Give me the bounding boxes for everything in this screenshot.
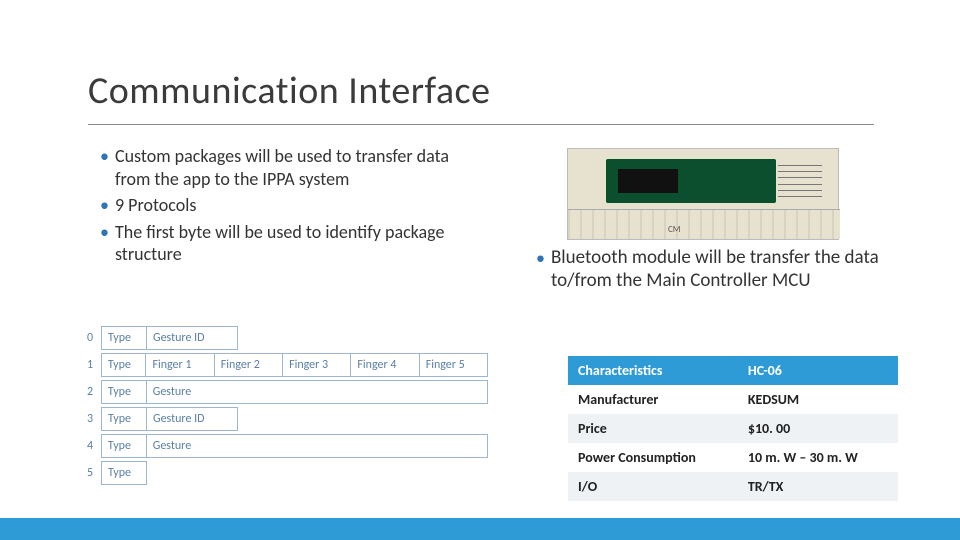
protocol-row-index: 1 [87, 353, 101, 377]
table-cell: $10. 00 [738, 414, 898, 443]
protocol-cell: Type [101, 407, 147, 431]
protocol-cell: Type [101, 353, 147, 377]
table-cell: Price [568, 414, 738, 443]
protocol-cell: Finger 3 [282, 353, 351, 377]
protocol-cell: Gesture ID [146, 407, 238, 431]
table-header-cell: Characteristics [568, 356, 738, 385]
protocol-cell: Finger 5 [419, 353, 488, 377]
title-underline [88, 124, 874, 125]
bullet-text: The first byte will be used to identify … [115, 221, 485, 266]
protocol-diagram: 0 Type Gesture ID 1 Type Finger 1 Finger… [87, 326, 487, 488]
characteristics-table: Characteristics HC-06 Manufacturer KEDSU… [568, 356, 898, 501]
module-pins [778, 165, 822, 197]
protocol-cell: Gesture ID [146, 326, 238, 350]
protocol-row: 1 Type Finger 1 Finger 2 Finger 3 Finger… [87, 353, 487, 377]
protocol-cell: Type [101, 461, 147, 485]
footer-bar [0, 518, 960, 540]
protocol-cell: Type [101, 434, 147, 458]
left-bullet-list: • Custom packages will be used to transf… [100, 145, 485, 270]
protocol-cell: Type [101, 326, 147, 350]
table-cell: 10 m. W – 30 m. W [738, 443, 898, 472]
bullet-item: • Bluetooth module will be transfer the … [536, 247, 926, 293]
bullet-item: • 9 Protocols [100, 194, 485, 217]
table-cell: KEDSUM [738, 385, 898, 414]
slide: Communication Interface • Custom package… [0, 0, 960, 540]
protocol-row: 4 Type Gesture [87, 434, 487, 458]
protocol-row-index: 3 [87, 407, 101, 431]
table-row: Manufacturer KEDSUM [568, 385, 898, 414]
bullet-text: 9 Protocols [115, 194, 485, 217]
protocol-cell: Finger 4 [350, 353, 419, 377]
bullet-dot-icon: • [536, 247, 545, 293]
bullet-dot-icon: • [100, 145, 109, 190]
table-cell: Manufacturer [568, 385, 738, 414]
protocol-cell: Gesture [146, 434, 488, 458]
bullet-text: Bluetooth module will be transfer the da… [551, 247, 926, 293]
protocol-row: 3 Type Gesture ID [87, 407, 487, 431]
protocol-row-index: 4 [87, 434, 101, 458]
bullet-item: • The first byte will be used to identif… [100, 221, 485, 266]
table-row: Power Consumption 10 m. W – 30 m. W [568, 443, 898, 472]
table-row: Price $10. 00 [568, 414, 898, 443]
table-header-cell: HC-06 [738, 356, 898, 385]
table-cell: TR/TX [738, 472, 898, 501]
right-bullet-list: • Bluetooth module will be transfer the … [536, 247, 926, 297]
protocol-row: 2 Type Gesture [87, 380, 487, 404]
protocol-cell: Finger 2 [214, 353, 283, 377]
slide-title: Communication Interface [88, 68, 491, 114]
bullet-dot-icon: • [100, 194, 109, 217]
bullet-dot-icon: • [100, 221, 109, 266]
protocol-cell: Finger 1 [145, 353, 214, 377]
protocol-row-index: 5 [87, 461, 101, 485]
table-cell: I/O [568, 472, 738, 501]
protocol-cell: Gesture [146, 380, 488, 404]
bullet-item: • Custom packages will be used to transf… [100, 145, 485, 190]
table-cell: Power Consumption [568, 443, 738, 472]
protocol-row-index: 0 [87, 326, 101, 350]
protocol-row: 5 Type [87, 461, 487, 485]
table-header-row: Characteristics HC-06 [568, 356, 898, 385]
bullet-text: Custom packages will be used to transfer… [115, 145, 485, 190]
protocol-row-index: 2 [87, 380, 101, 404]
bluetooth-module-image: CM [567, 148, 839, 240]
module-ruler: CM [568, 209, 840, 239]
protocol-row: 0 Type Gesture ID [87, 326, 487, 350]
protocol-cell: Type [101, 380, 147, 404]
module-chip [618, 169, 678, 193]
module-ruler-label: CM [668, 224, 681, 235]
table-row: I/O TR/TX [568, 472, 898, 501]
